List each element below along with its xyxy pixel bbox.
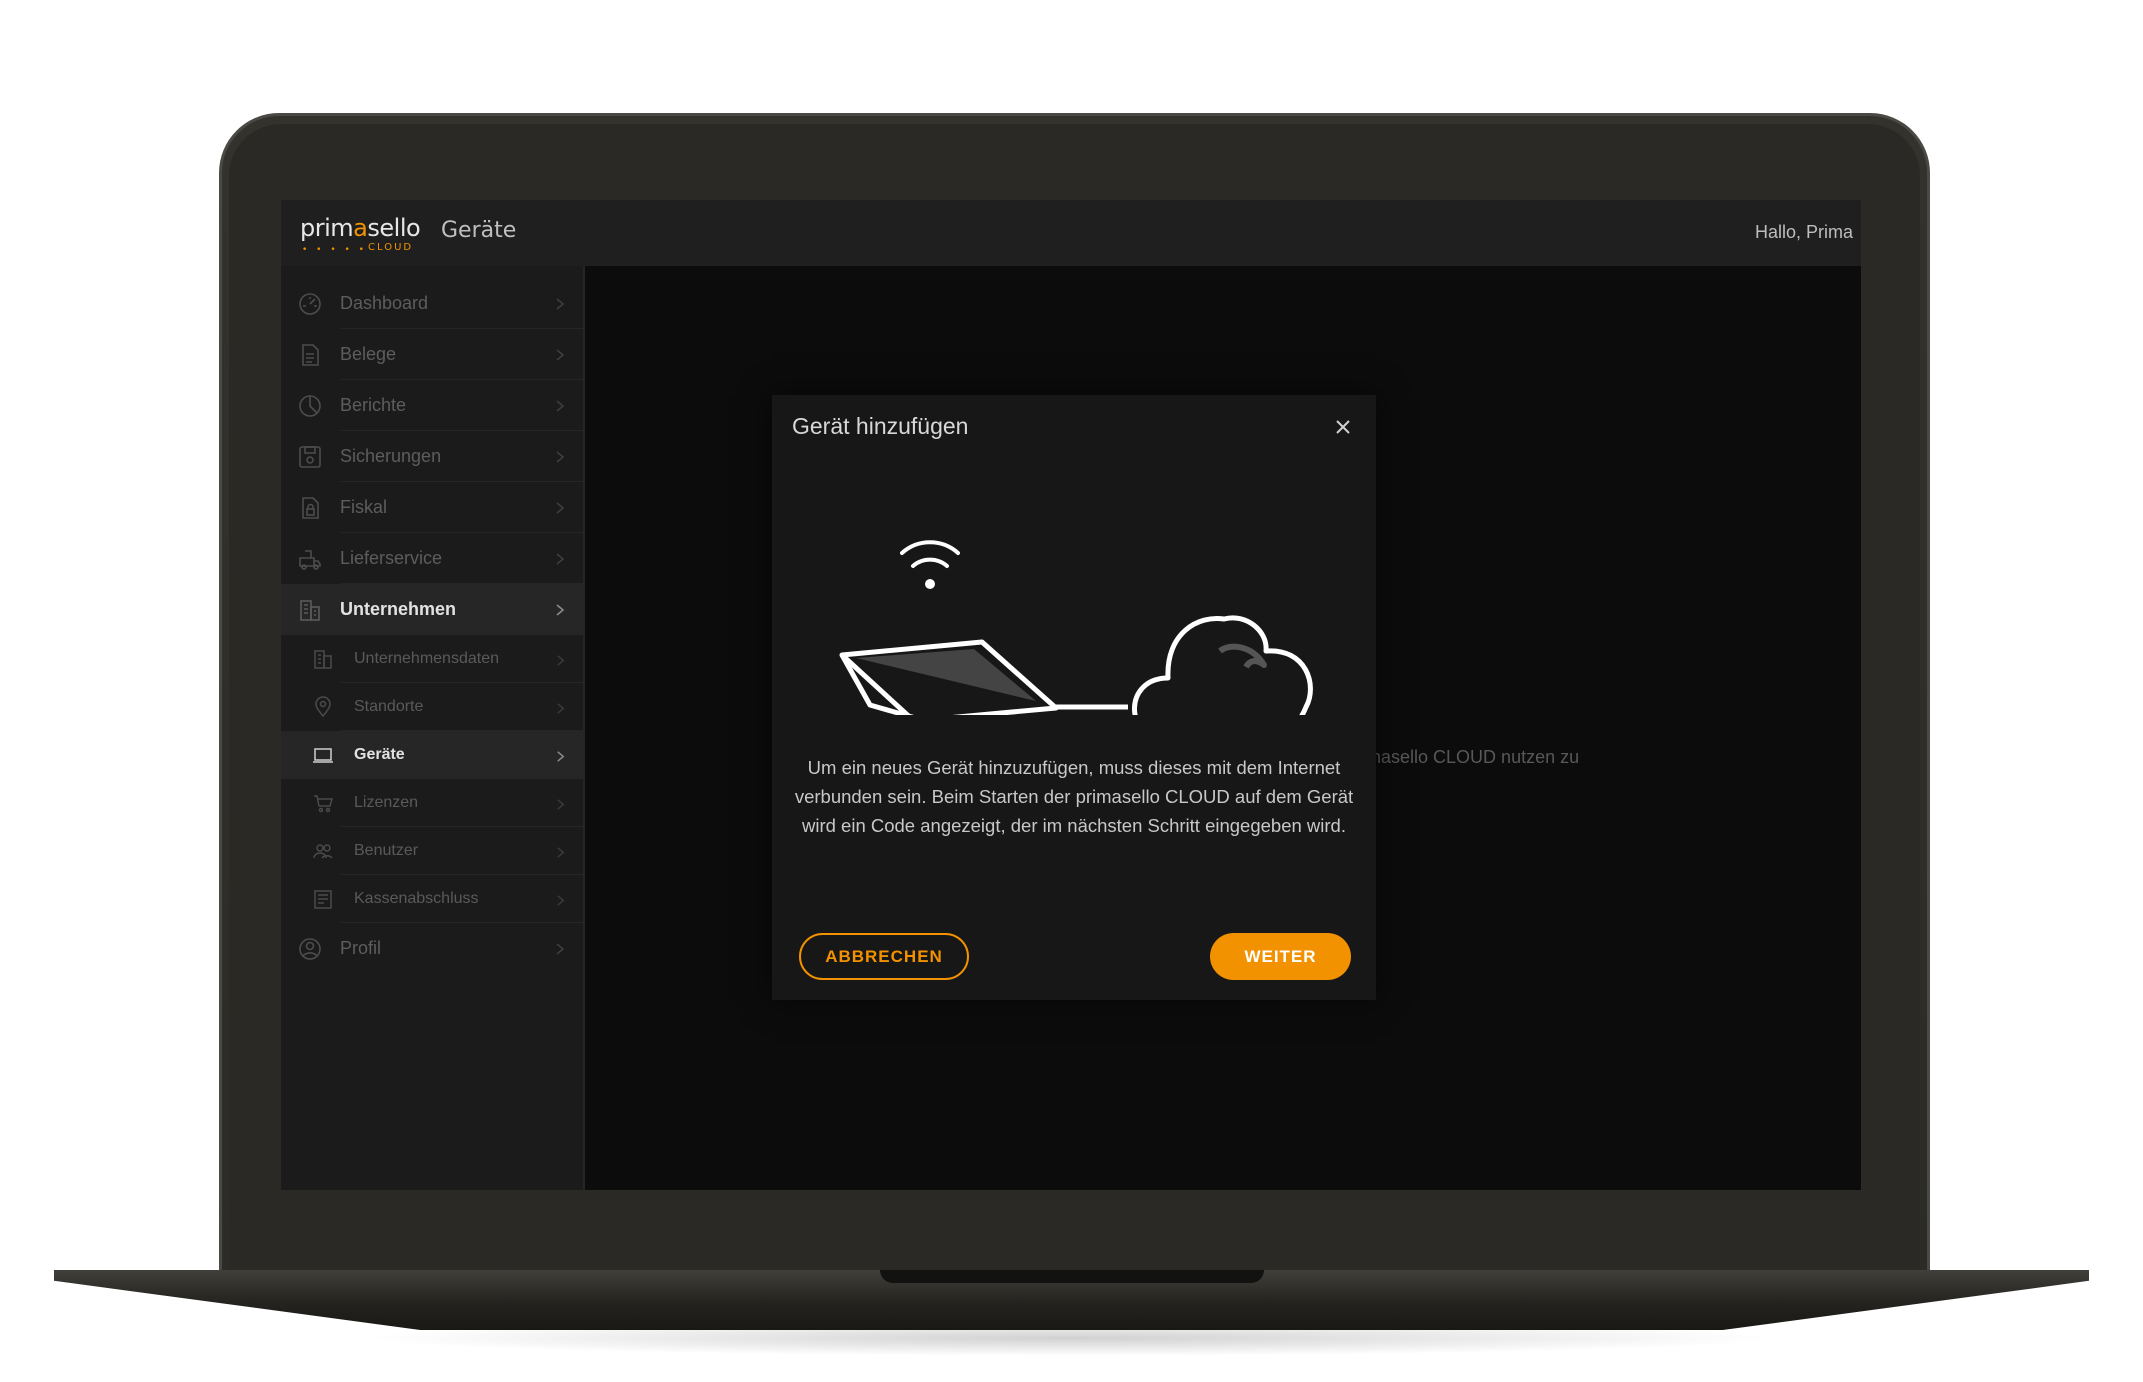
app-screen: primasello • • • • • CLOUD Geräte Hallo,…: [281, 200, 1861, 1190]
cancel-button[interactable]: ABBRECHEN: [799, 933, 969, 980]
sidebar-subitem-benutzer[interactable]: Benutzer: [281, 827, 583, 875]
user-greeting[interactable]: Hallo, Prima: [1755, 222, 1853, 243]
pos-device-icon: [839, 639, 1059, 724]
laptop-notch: [880, 1270, 1264, 1283]
sidebar-subitem-unternehmensdaten[interactable]: Unternehmensdaten: [281, 635, 583, 683]
building-small-icon: [312, 648, 334, 670]
pie-chart-icon: [297, 393, 323, 419]
sidebar-item-lieferservice[interactable]: Lieferservice: [281, 533, 583, 584]
chevron-right-icon: [553, 602, 567, 616]
sidebar-subitem-standorte[interactable]: Standorte: [281, 683, 583, 731]
chevron-right-icon: [553, 449, 567, 463]
sidebar-item-label: Fiskal: [340, 497, 388, 517]
dialog-title: Gerät hinzufügen: [792, 413, 969, 439]
chevron-right-icon: [553, 347, 567, 361]
sidebar-item-label: Belege: [340, 344, 397, 364]
chevron-right-icon: [554, 796, 567, 810]
sidebar-subitem-label: Kassenabschluss: [354, 890, 479, 907]
sidebar-item-label: Dashboard: [340, 293, 429, 313]
cloud-icon: [1132, 615, 1313, 740]
sidebar-subitem-label: Lizenzen: [354, 794, 419, 811]
top-bar: primasello • • • • • CLOUD Geräte Hallo,…: [281, 200, 1861, 266]
sidebar-subitem-label: Standorte: [354, 698, 424, 715]
sidebar-subitem-label: Geräte: [354, 746, 405, 763]
chevron-right-icon: [554, 652, 567, 666]
chevron-right-icon: [553, 551, 567, 565]
sidebar-subitem-lizenzen[interactable]: Lizenzen: [281, 779, 583, 827]
laptop-icon: [312, 744, 334, 766]
user-circle-icon: [297, 936, 323, 962]
sidebar: Dashboard Belege Berichte Sicherungen Fi…: [281, 266, 585, 1190]
cart-icon: [312, 792, 334, 814]
chevron-right-icon: [553, 941, 567, 955]
sidebar-item-dashboard[interactable]: Dashboard: [281, 278, 583, 329]
sidebar-item-sicherungen[interactable]: Sicherungen: [281, 431, 583, 482]
sidebar-subitem-geraete[interactable]: Geräte: [281, 731, 583, 779]
wifi-icon: [900, 540, 960, 589]
sidebar-item-label: Berichte: [340, 395, 407, 415]
chevron-right-icon: [554, 892, 567, 906]
users-icon: [312, 840, 334, 862]
add-device-dialog: Gerät hinzufügen Um ein neues Gerät hinz…: [772, 395, 1376, 1000]
sidebar-subitem-label: Benutzer: [354, 842, 419, 859]
device-cloud-illustration: [832, 515, 1332, 740]
sidebar-item-unternehmen[interactable]: Unternehmen: [281, 584, 583, 635]
chevron-right-icon: [554, 748, 567, 762]
register-report-icon: [312, 888, 334, 910]
fiscal-lock-icon: [297, 495, 323, 521]
chevron-right-icon: [553, 398, 567, 412]
sidebar-item-label: Sicherungen: [340, 446, 442, 466]
chevron-right-icon: [553, 500, 567, 514]
content-background-text: nasello CLOUD nutzen zu: [1371, 747, 1580, 767]
building-icon: [297, 597, 323, 623]
logo-wordmark: primasello: [300, 214, 421, 242]
sidebar-item-label: Unternehmen: [340, 599, 457, 619]
sidebar-subitem-kassenabschluss[interactable]: Kassenabschluss: [281, 875, 583, 923]
location-pin-icon: [312, 696, 334, 718]
sidebar-item-profil[interactable]: Profil: [281, 923, 583, 974]
dialog-body-text: Um ein neues Gerät hinzuzufügen, muss di…: [794, 757, 1354, 836]
chevron-right-icon: [554, 844, 567, 858]
save-icon: [297, 444, 323, 470]
sidebar-subitem-label: Unternehmensdaten: [354, 650, 499, 667]
primasello-logo[interactable]: primasello • • • • • CLOUD: [300, 214, 421, 255]
logo-cloud-label: CLOUD: [368, 242, 414, 253]
next-button[interactable]: WEITER: [1210, 933, 1351, 980]
sidebar-item-berichte[interactable]: Berichte: [281, 380, 583, 431]
dashboard-icon: [297, 291, 323, 317]
close-icon[interactable]: [1334, 418, 1352, 436]
sidebar-item-fiskal[interactable]: Fiskal: [281, 482, 583, 533]
page-title: Geräte: [441, 218, 517, 243]
delivery-icon: [297, 546, 323, 572]
logo-dots: • • • • •: [302, 245, 367, 255]
chevron-right-icon: [553, 296, 567, 310]
chevron-right-icon: [554, 700, 567, 714]
document-icon: [297, 342, 323, 368]
sidebar-item-label: Profil: [340, 938, 382, 958]
sidebar-item-belege[interactable]: Belege: [281, 329, 583, 380]
sidebar-item-label: Lieferservice: [340, 548, 443, 568]
